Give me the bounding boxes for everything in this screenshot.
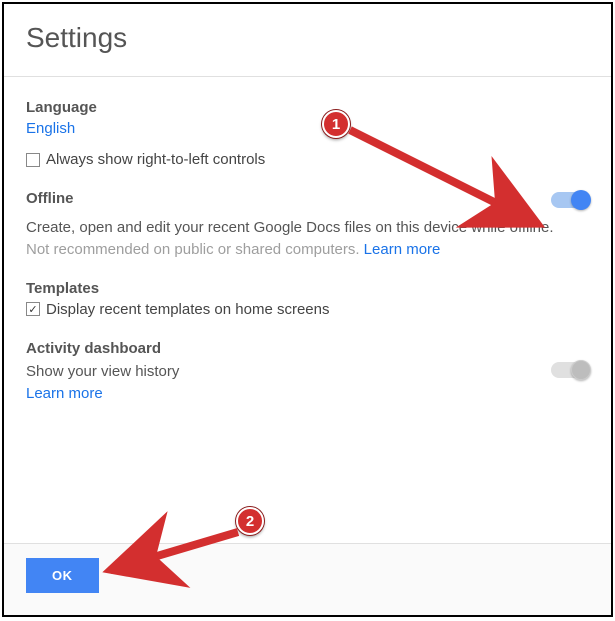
offline-warning: Not recommended on public or shared comp… (26, 241, 589, 258)
activity-title: Activity dashboard (26, 340, 551, 357)
offline-toggle[interactable] (551, 192, 589, 208)
rtl-checkbox-row: Always show right-to-left controls (26, 151, 589, 168)
rtl-checkbox[interactable] (26, 153, 40, 167)
templates-checkbox-row: Display recent templates on home screens (26, 301, 589, 318)
dialog-content: Language English Always show right-to-le… (4, 77, 611, 543)
activity-section: Activity dashboard Show your view histor… (26, 340, 589, 403)
language-section: Language English Always show right-to-le… (26, 99, 589, 168)
settings-dialog: Settings Language English Always show ri… (2, 2, 613, 617)
toggle-knob (571, 360, 591, 380)
page-title: Settings (26, 22, 589, 54)
templates-checkbox[interactable] (26, 302, 40, 316)
language-value-link[interactable]: English (26, 120, 589, 137)
dialog-footer: OK (4, 543, 611, 615)
rtl-checkbox-label: Always show right-to-left controls (46, 151, 265, 168)
templates-section: Templates Display recent templates on ho… (26, 280, 589, 318)
templates-title: Templates (26, 280, 589, 297)
activity-description: Show your view history (26, 361, 551, 383)
offline-learn-more-link[interactable]: Learn more (364, 241, 441, 258)
language-title: Language (26, 99, 589, 116)
offline-title: Offline (26, 190, 74, 207)
activity-learn-more-link[interactable]: Learn more (26, 385, 103, 402)
offline-description: Create, open and edit your recent Google… (26, 217, 589, 239)
offline-section: Offline Create, open and edit your recen… (26, 190, 589, 258)
dialog-header: Settings (4, 4, 611, 77)
ok-button[interactable]: OK (26, 558, 99, 593)
templates-checkbox-label: Display recent templates on home screens (46, 301, 329, 318)
activity-toggle[interactable] (551, 362, 589, 378)
toggle-knob (571, 190, 591, 210)
